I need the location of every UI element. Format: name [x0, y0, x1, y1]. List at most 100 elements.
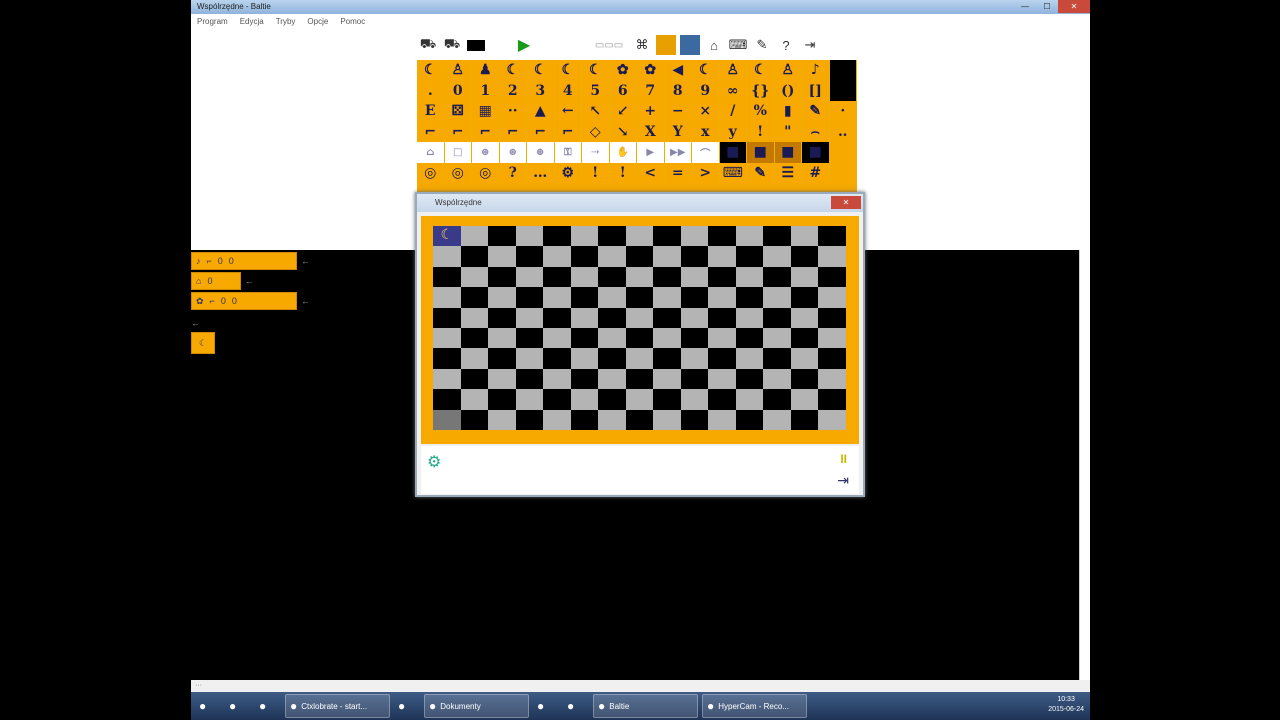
palette-item-5-15[interactable]: [829, 162, 857, 183]
open-icon[interactable]: ⛟: [418, 35, 438, 55]
palette-item-4-4[interactable]: ⊕: [527, 142, 555, 163]
palette-item-3-5[interactable]: ⌐: [554, 121, 582, 142]
palette-item-3-12[interactable]: !: [747, 121, 775, 142]
palette-item-5-14[interactable]: #: [802, 162, 830, 183]
palette-item-4-13[interactable]: ■: [774, 142, 802, 163]
exit-icon[interactable]: ⇥: [800, 35, 820, 55]
program-line-1[interactable]: ♪ ⌐ 0 0: [191, 252, 297, 270]
palette-item-1-2[interactable]: 1: [472, 80, 500, 101]
palette-item-4-7[interactable]: ✋: [609, 142, 637, 163]
palette-item-5-8[interactable]: <: [637, 162, 665, 183]
palette-item-3-0[interactable]: ⌐: [417, 121, 445, 142]
palette-item-5-11[interactable]: ⌨: [719, 162, 747, 183]
wizard-icon[interactable]: ✎: [752, 35, 772, 55]
run-icon[interactable]: ▶: [514, 35, 534, 55]
palette-item-3-10[interactable]: x: [692, 121, 720, 142]
taskbar-item-excel-icon[interactable]: ●: [533, 694, 559, 718]
palette-item-3-8[interactable]: X: [637, 121, 665, 142]
palette-item-2-4[interactable]: ▲: [527, 101, 555, 122]
taskbar-item-ie-icon[interactable]: ●: [225, 694, 251, 718]
maximize-button[interactable]: ☐: [1036, 0, 1058, 13]
palette-item-0-11[interactable]: ♙: [719, 60, 747, 81]
palette-item-0-10[interactable]: ☾: [692, 60, 720, 81]
pause-button[interactable]: II: [840, 452, 847, 466]
palette-item-2-1[interactable]: ⚄: [444, 101, 472, 122]
palette-item-2-2[interactable]: ▦: [472, 101, 500, 122]
grid-icon[interactable]: ▭▭▭: [590, 35, 628, 55]
palette-item-1-10[interactable]: 9: [692, 80, 720, 101]
menu-program[interactable]: Program: [197, 17, 228, 26]
palette-item-0-15[interactable]: [829, 60, 857, 81]
palette-item-1-8[interactable]: 7: [637, 80, 665, 101]
menu-modes[interactable]: Tryby: [276, 17, 296, 26]
palette-item-2-14[interactable]: ✎: [802, 101, 830, 122]
palette-item-0-13[interactable]: ♙: [774, 60, 802, 81]
palette-item-4-0[interactable]: ⌂: [417, 142, 445, 163]
palette-item-3-7[interactable]: ↘: [609, 121, 637, 142]
system-clock[interactable]: 10:33 2015-06-24: [1048, 695, 1084, 715]
palette-item-3-14[interactable]: ⌢: [802, 121, 830, 142]
palette-item-3-4[interactable]: ⌐: [527, 121, 555, 142]
palette-item-2-7[interactable]: ↙: [609, 101, 637, 122]
palette-item-0-2[interactable]: ♟: [472, 60, 500, 81]
palette-item-2-8[interactable]: +: [637, 101, 665, 122]
palette-item-0-1[interactable]: ♙: [444, 60, 472, 81]
palette-item-5-2[interactable]: ◎: [472, 162, 500, 183]
palette-item-1-9[interactable]: 8: [664, 80, 692, 101]
taskbar-item-folder-icon[interactable]: ● Dokumenty: [424, 694, 529, 718]
palette-item-1-11[interactable]: ∞: [719, 80, 747, 101]
horizontal-scrollbar[interactable]: ···: [191, 680, 1090, 692]
palette-item-5-6[interactable]: !: [582, 162, 610, 183]
palette-item-3-9[interactable]: Y: [664, 121, 692, 142]
palette-item-4-11[interactable]: ■: [719, 142, 747, 163]
palette-item-4-12[interactable]: ■: [747, 142, 775, 163]
menu-help[interactable]: Pomoc: [340, 17, 365, 26]
palette-item-1-6[interactable]: 5: [582, 80, 610, 101]
palette-item-2-3[interactable]: ··: [499, 101, 527, 122]
wizard-tile-icon[interactable]: ☾: [191, 332, 215, 354]
palette-item-3-3[interactable]: ⌐: [499, 121, 527, 142]
palette-item-0-9[interactable]: ◀: [664, 60, 692, 81]
palette-item-5-4[interactable]: …: [527, 162, 555, 183]
palette-item-2-10[interactable]: ×: [692, 101, 720, 122]
palette-item-3-13[interactable]: ": [774, 121, 802, 142]
keyboard-icon[interactable]: ⌨: [728, 35, 748, 55]
help-icon[interactable]: ?: [776, 35, 796, 55]
palette-item-0-3[interactable]: ☾: [499, 60, 527, 81]
menu-edit[interactable]: Edycja: [240, 17, 264, 26]
palette-item-3-15[interactable]: ‥: [829, 121, 857, 142]
taskbar-item-v-icon[interactable]: ●: [563, 694, 589, 718]
palette-item-5-3[interactable]: ?: [499, 162, 527, 183]
palette-item-4-1[interactable]: □: [444, 142, 472, 163]
palette-item-0-4[interactable]: ☾: [527, 60, 555, 81]
palette-item-2-0[interactable]: E: [417, 101, 445, 122]
settings-icon[interactable]: ⚙: [427, 452, 441, 472]
taskbar-item-hypercam-icon[interactable]: ● HyperCam - Reco...: [702, 694, 807, 718]
palette-item-3-1[interactable]: ⌐: [444, 121, 472, 142]
palette-item-0-5[interactable]: ☾: [554, 60, 582, 81]
palette-item-4-8[interactable]: ▶: [637, 142, 665, 163]
program-line-2[interactable]: ⌂ 0: [191, 272, 241, 290]
palette-item-5-10[interactable]: >: [692, 162, 720, 183]
palette-item-1-12[interactable]: {}: [747, 80, 775, 101]
palette-item-4-3[interactable]: ⊛: [499, 142, 527, 163]
palette-item-1-7[interactable]: 6: [609, 80, 637, 101]
palette-item-2-12[interactable]: %: [747, 101, 775, 122]
house-icon[interactable]: ⌂: [704, 35, 724, 55]
palette-item-5-13[interactable]: ☰: [774, 162, 802, 183]
palette-item-5-5[interactable]: ⚙: [554, 162, 582, 183]
palette-item-5-9[interactable]: =: [664, 162, 692, 183]
palette-icon[interactable]: [656, 35, 676, 55]
palette-item-4-2[interactable]: ⊛: [472, 142, 500, 163]
palette-item-0-6[interactable]: ☾: [582, 60, 610, 81]
palette-item-2-5[interactable]: ←: [554, 101, 582, 122]
palette-item-0-7[interactable]: ✿: [609, 60, 637, 81]
program-line-3[interactable]: ✿ ⌐ 0 0: [191, 292, 297, 310]
palette-item-1-1[interactable]: 0: [444, 80, 472, 101]
palette-item-1-4[interactable]: 3: [527, 80, 555, 101]
palette-item-5-7[interactable]: !: [609, 162, 637, 183]
palette-item-2-6[interactable]: ↖: [582, 101, 610, 122]
taskbar-item-chrome-icon[interactable]: ● Ctxlobrate - start...: [285, 694, 390, 718]
exit-icon[interactable]: ⇥: [837, 472, 849, 489]
minimize-button[interactable]: —: [1014, 0, 1036, 13]
